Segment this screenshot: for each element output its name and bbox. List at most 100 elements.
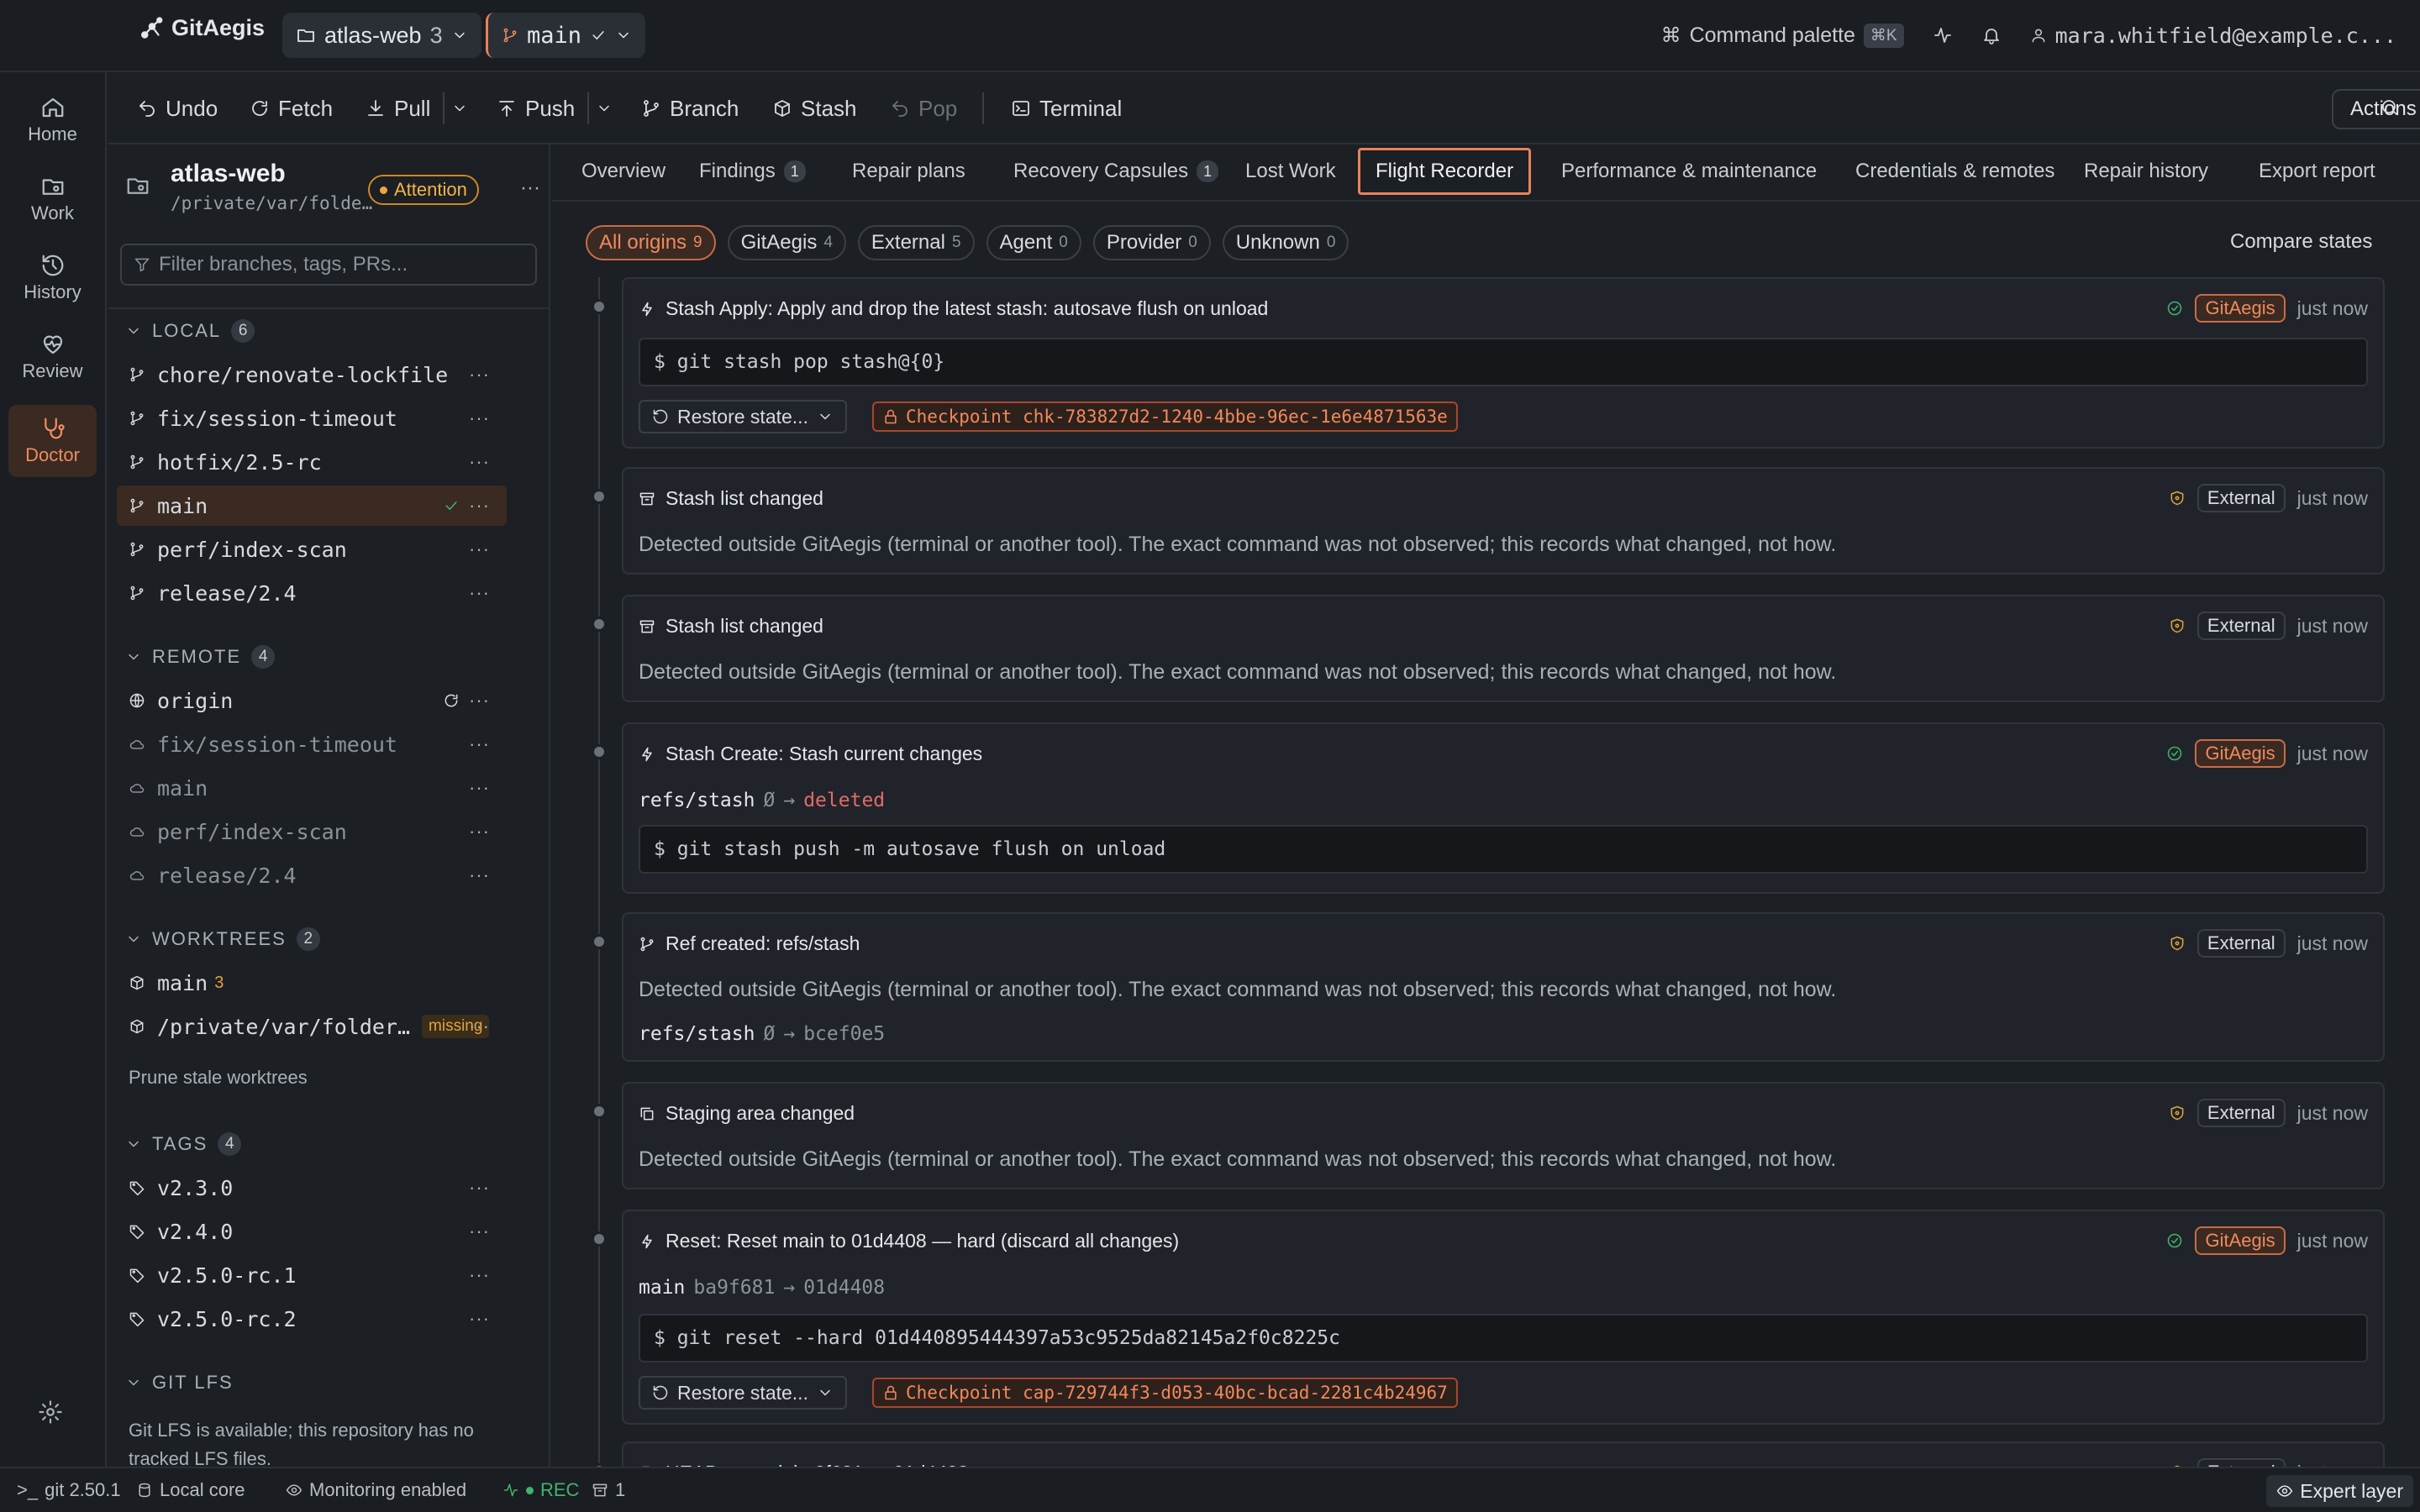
filter-external[interactable]: External 5: [857, 225, 975, 260]
event-card[interactable]: Stash list changed External just now Detect…: [622, 595, 2385, 702]
worktree-main[interactable]: main 3: [117, 963, 507, 1003]
branch-filter-input[interactable]: Filter branches, tags, PRs...: [120, 244, 537, 286]
more-icon[interactable]: ···: [469, 1016, 490, 1037]
tag-item[interactable]: v2.5.0-rc.1 ···: [117, 1255, 507, 1295]
user-menu[interactable]: mara.whitfield@example.c...: [2030, 24, 2396, 48]
local-branch-release-2-4[interactable]: release/2.4 ···: [117, 573, 507, 613]
branch-button[interactable]: Branch: [641, 72, 739, 144]
push-button[interactable]: Push: [497, 72, 575, 144]
search-icon[interactable]: [2380, 97, 2400, 118]
restore-state-button[interactable]: Restore state...: [639, 1376, 847, 1410]
pull-button[interactable]: Pull: [366, 72, 430, 144]
nav-work[interactable]: Work: [8, 163, 97, 235]
activity-icon[interactable]: [1933, 25, 1953, 45]
more-icon[interactable]: ···: [469, 495, 490, 517]
tag-item[interactable]: v2.4.0 ···: [117, 1211, 507, 1252]
event-card[interactable]: Reset: Reset main to 01d4408 — hard (dis…: [622, 1210, 2385, 1425]
local-branch-perf-index-scan[interactable]: perf/index-scan ···: [117, 529, 507, 570]
event-card[interactable]: Stash Create: Stash current changes GitAe…: [622, 722, 2385, 894]
more-icon[interactable]: ···: [469, 690, 490, 711]
terminal-button[interactable]: Terminal: [1011, 72, 1122, 144]
event-card[interactable]: Stash Apply: Apply and drop the latest s…: [622, 277, 2385, 449]
tags-section-header[interactable]: TAGS 4: [125, 1127, 242, 1161]
restore-state-button[interactable]: Restore state...: [639, 400, 847, 433]
command-palette-button[interactable]: ⌘ Command palette ⌘K: [1661, 23, 1904, 48]
local-branch-main[interactable]: main ···: [117, 486, 507, 526]
checkpoint-badge[interactable]: Checkpoint chk-783827d2-1240-4bbe-96ec-1…: [872, 402, 1458, 432]
more-icon[interactable]: ···: [469, 777, 490, 799]
repo-switcher[interactable]: atlas-web 3: [282, 13, 481, 58]
local-branch-chore-renovate-lockfile[interactable]: chore/renovate-lockfile ···: [117, 354, 507, 395]
remote-branch-main[interactable]: main ···: [117, 768, 507, 808]
pop-button[interactable]: Pop: [890, 72, 957, 144]
filter-gitaegis[interactable]: GitAegis 4: [727, 225, 846, 260]
tab-flight-recorder[interactable]: Flight Recorder: [1358, 148, 1532, 195]
worktree-missing[interactable]: /private/var/folder… missing ···: [117, 1006, 507, 1047]
nav-home[interactable]: Home: [8, 84, 97, 156]
tab-lost-work[interactable]: Lost Work: [1230, 148, 1351, 195]
more-icon[interactable]: ···: [520, 176, 540, 200]
more-icon[interactable]: ···: [469, 733, 490, 755]
more-icon[interactable]: ···: [469, 821, 490, 843]
nav-review[interactable]: Review: [8, 321, 97, 393]
more-icon[interactable]: ···: [469, 1264, 490, 1286]
tab-repair-plans[interactable]: Repair plans: [837, 148, 981, 195]
event-card[interactable]: Ref created: refs/stash External just now D…: [622, 912, 2385, 1062]
command-line[interactable]: $ git stash pop stash@{0}: [639, 338, 2368, 386]
remote-origin[interactable]: origin ···: [117, 680, 507, 721]
worktrees-section-header[interactable]: WORKTREES 2: [125, 922, 320, 956]
local-branch-hotfix-2-5-rc[interactable]: hotfix/2.5-rc ···: [117, 442, 507, 482]
tab-performance-maintenance[interactable]: Performance & maintenance: [1546, 148, 1832, 195]
bell-icon[interactable]: [1981, 25, 2002, 45]
tag-item[interactable]: v2.3.0 ···: [117, 1168, 507, 1208]
filter-all-origins[interactable]: All origins 9: [586, 225, 716, 260]
checkpoint-badge[interactable]: Checkpoint cap-729744f3-d053-40bc-bcad-2…: [872, 1378, 1458, 1408]
filter-provider[interactable]: Provider 0: [1092, 225, 1211, 260]
pull-options-button[interactable]: [451, 72, 468, 144]
actions-button[interactable]: Actions: [2332, 89, 2420, 129]
more-icon[interactable]: ···: [469, 451, 490, 473]
lfs-section-header[interactable]: GIT LFS: [125, 1366, 234, 1399]
gear-icon[interactable]: [38, 1399, 63, 1425]
nav-history[interactable]: History: [8, 242, 97, 314]
more-icon[interactable]: ···: [469, 582, 490, 604]
stash-button[interactable]: Stash: [772, 72, 857, 144]
local-branch-fix-session-timeout[interactable]: fix/session-timeout ···: [117, 398, 507, 438]
more-icon[interactable]: ···: [469, 864, 490, 886]
attention-badge[interactable]: Attention: [368, 175, 479, 205]
prune-worktrees-link[interactable]: Prune stale worktrees: [129, 1067, 308, 1089]
branch-switcher[interactable]: main: [486, 13, 646, 58]
tab-recovery-capsules[interactable]: Recovery Capsules 1: [998, 148, 1234, 195]
tab-overview[interactable]: Overview: [566, 148, 681, 195]
remote-section-header[interactable]: REMOTE 4: [125, 640, 276, 674]
event-card[interactable]: Staging area changed External just now Dete…: [622, 1082, 2385, 1189]
undo-button[interactable]: Undo: [137, 72, 218, 144]
event-card[interactable]: HEAD moved: ba9f681 → 01d4408Externaljus…: [622, 1441, 2385, 1467]
local-section-header[interactable]: LOCAL 6: [125, 314, 255, 348]
command-line[interactable]: $ git reset --hard 01d440895444397a53c95…: [639, 1314, 2368, 1362]
more-icon[interactable]: ···: [469, 407, 490, 429]
more-icon[interactable]: ···: [469, 1221, 490, 1242]
expert-layer-toggle[interactable]: Expert layer: [2266, 1475, 2413, 1507]
command-line[interactable]: $ git stash push -m autosave flush on un…: [639, 825, 2368, 874]
tab-export-report[interactable]: Export report: [2244, 148, 2391, 195]
tab-repair-history[interactable]: Repair history: [2069, 148, 2223, 195]
app-logo[interactable]: GitAegis: [139, 15, 265, 41]
remote-branch-perf-index-scan[interactable]: perf/index-scan ···: [117, 811, 507, 852]
tab-findings[interactable]: Findings 1: [684, 148, 821, 195]
recording-status[interactable]: REC: [502, 1468, 579, 1512]
sync-icon[interactable]: [443, 692, 460, 709]
fetch-button[interactable]: Fetch: [250, 72, 333, 144]
push-options-button[interactable]: [596, 72, 613, 144]
tab-credentials-remotes[interactable]: Credentials & remotes: [1840, 148, 2070, 195]
compare-states-button[interactable]: Compare states: [2230, 230, 2372, 254]
core-status[interactable]: Local core: [136, 1468, 245, 1512]
more-icon[interactable]: ···: [469, 1177, 490, 1199]
nav-doctor[interactable]: Doctor: [8, 405, 97, 477]
capsule-count[interactable]: 1: [592, 1468, 625, 1512]
more-icon[interactable]: ···: [469, 1308, 490, 1330]
more-icon[interactable]: ···: [469, 538, 490, 560]
more-icon[interactable]: ···: [469, 364, 490, 386]
filter-unknown[interactable]: Unknown 0: [1222, 225, 1349, 260]
remote-branch-fix-session-timeout[interactable]: fix/session-timeout ···: [117, 724, 507, 764]
